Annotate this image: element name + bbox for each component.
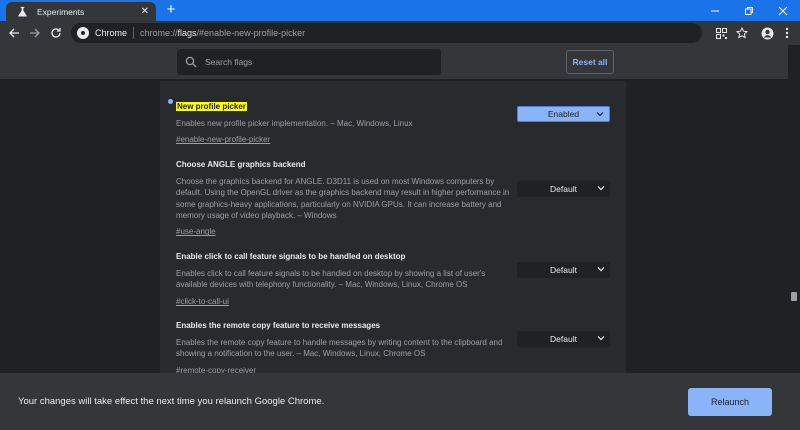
select-value: Default — [550, 184, 577, 194]
profile-avatar-icon[interactable] — [759, 25, 775, 41]
chevron-down-icon — [596, 112, 604, 117]
site-name: Chrome — [95, 28, 128, 38]
experiment-use-angle: Choose ANGLE graphics backend Choose the… — [176, 154, 516, 239]
experiment-description: Choose the graphics backend for ANGLE. D… — [176, 177, 510, 220]
select-value: Default — [550, 334, 577, 344]
chrome-icon — [77, 27, 89, 39]
reset-all-button[interactable]: Reset all — [566, 50, 614, 74]
experiment-select-use-angle[interactable]: Default — [517, 181, 610, 197]
experiment-select-new-profile-picker[interactable]: Enabled — [517, 106, 610, 122]
chevron-down-icon — [597, 186, 605, 191]
experiment-link[interactable]: #click-to-call-ui — [176, 297, 229, 306]
relaunch-message: Your changes will take effect the next t… — [18, 396, 325, 407]
experiment-description: Enables new profile picker implementatio… — [176, 119, 413, 128]
flags-header: Reset all — [0, 45, 800, 80]
relaunch-button[interactable]: Relaunch — [688, 388, 772, 416]
divider — [133, 27, 135, 39]
flask-icon — [15, 5, 29, 19]
relaunch-bar: Your changes will take effect the next t… — [0, 373, 800, 430]
experiment-name: New profile picker — [176, 102, 247, 111]
experiment-remote-copy-receiver: Enables the remote copy feature to recei… — [176, 315, 516, 378]
star-icon[interactable] — [734, 25, 750, 41]
select-value: Default — [550, 265, 577, 275]
experiment-description: Enables click to call feature signals to… — [176, 269, 486, 290]
page-scrollbar[interactable] — [788, 45, 800, 373]
back-icon[interactable] — [6, 25, 22, 41]
minimize-button[interactable] — [698, 0, 732, 21]
experiment-select-click-to-call-ui[interactable]: Default — [517, 262, 610, 278]
browser-toolbar: Chrome chrome://flags/#enable-new-profil… — [0, 21, 800, 45]
address-bar[interactable]: Chrome chrome://flags/#enable-new-profil… — [71, 23, 702, 43]
new-tab-button[interactable]: + — [163, 2, 179, 18]
search-icon — [185, 56, 197, 68]
select-value: Enabled — [547, 109, 580, 119]
search-input[interactable] — [205, 57, 425, 67]
experiment-name: Enable click to call feature signals to … — [176, 252, 406, 261]
experiment-name: Enables the remote copy feature to recei… — [176, 321, 381, 330]
url-text: chrome://flags/#enable-new-profile-picke… — [140, 28, 306, 38]
tab-experiments[interactable]: Experiments ✕ — [6, 2, 156, 21]
search-box[interactable] — [177, 49, 441, 75]
menu-icon[interactable] — [779, 25, 795, 41]
title-bar: Experiments ✕ + — [0, 0, 800, 21]
experiment-description: Enables the remote copy feature to handl… — [176, 338, 503, 359]
experiment-link[interactable]: #enable-new-profile-picker — [176, 135, 270, 144]
experiment-select-remote-copy-receiver[interactable]: Default — [517, 331, 610, 347]
maximize-button[interactable] — [732, 0, 766, 21]
modified-indicator-dot — [168, 99, 173, 104]
chevron-down-icon — [597, 336, 605, 341]
forward-icon[interactable] — [27, 25, 43, 41]
experiment-new-profile-picker: New profile picker Enables new profile p… — [176, 96, 516, 147]
tab-close-icon[interactable]: ✕ — [141, 6, 149, 17]
qr-code-icon[interactable] — [713, 25, 729, 41]
experiment-click-to-call-ui: Enable click to call feature signals to … — [176, 246, 516, 309]
experiment-name: Choose ANGLE graphics backend — [176, 160, 306, 169]
scrollbar-thumb[interactable] — [791, 292, 797, 301]
tab-title: Experiments — [37, 6, 85, 17]
close-window-button[interactable] — [766, 0, 800, 21]
experiment-link[interactable]: #use-angle — [176, 227, 216, 236]
reload-icon[interactable] — [48, 25, 64, 41]
chevron-down-icon — [597, 267, 605, 272]
